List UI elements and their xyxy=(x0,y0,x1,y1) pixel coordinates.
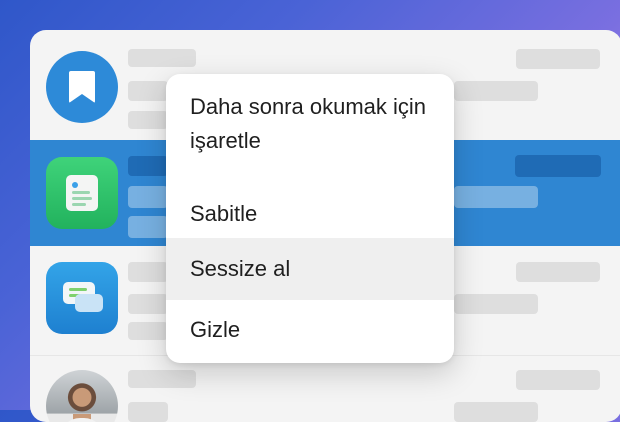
title-placeholder xyxy=(128,49,196,67)
bookmark-avatar xyxy=(46,51,118,123)
title-placeholder xyxy=(128,156,168,176)
meta-placeholder xyxy=(454,186,538,208)
preview-placeholder xyxy=(128,294,168,314)
menu-item-label: Sessize al xyxy=(190,256,291,281)
menu-item-label: Daha sonra okumak için işaretle xyxy=(190,94,427,153)
preview-placeholder xyxy=(128,81,168,101)
preview-placeholder-2 xyxy=(128,111,168,129)
time-placeholder xyxy=(515,155,601,177)
news-app-icon xyxy=(46,157,118,229)
menu-item-mark-read-later[interactable]: Daha sonra okumak için işaretle xyxy=(166,90,454,190)
meta-placeholder xyxy=(454,81,538,101)
bookmark-icon xyxy=(69,71,95,103)
list-item[interactable] xyxy=(30,356,620,422)
time-placeholder xyxy=(516,49,600,69)
menu-item-pin[interactable]: Sabitle xyxy=(166,190,454,238)
title-placeholder xyxy=(128,370,196,388)
preview-placeholder xyxy=(128,186,168,208)
time-placeholder xyxy=(516,370,600,390)
menu-item-hide[interactable]: Gizle xyxy=(166,300,454,360)
time-placeholder xyxy=(516,262,600,282)
chat-bubbles-icon xyxy=(61,280,103,316)
meta-placeholder xyxy=(454,294,538,314)
chat-app-icon xyxy=(46,262,118,334)
meta-placeholder xyxy=(454,402,538,422)
preview-placeholder-2 xyxy=(128,322,168,340)
preview-placeholder xyxy=(128,402,168,422)
menu-item-label: Gizle xyxy=(190,317,241,342)
user-avatar-photo xyxy=(46,370,118,422)
newspaper-icon xyxy=(66,175,98,211)
menu-item-label: Sabitle xyxy=(190,201,258,226)
preview-placeholder-2 xyxy=(128,216,168,238)
context-menu: Daha sonra okumak için işaretle Sabitle … xyxy=(166,74,454,363)
menu-item-mute[interactable]: Sessize al xyxy=(166,238,454,300)
title-placeholder xyxy=(128,262,168,282)
